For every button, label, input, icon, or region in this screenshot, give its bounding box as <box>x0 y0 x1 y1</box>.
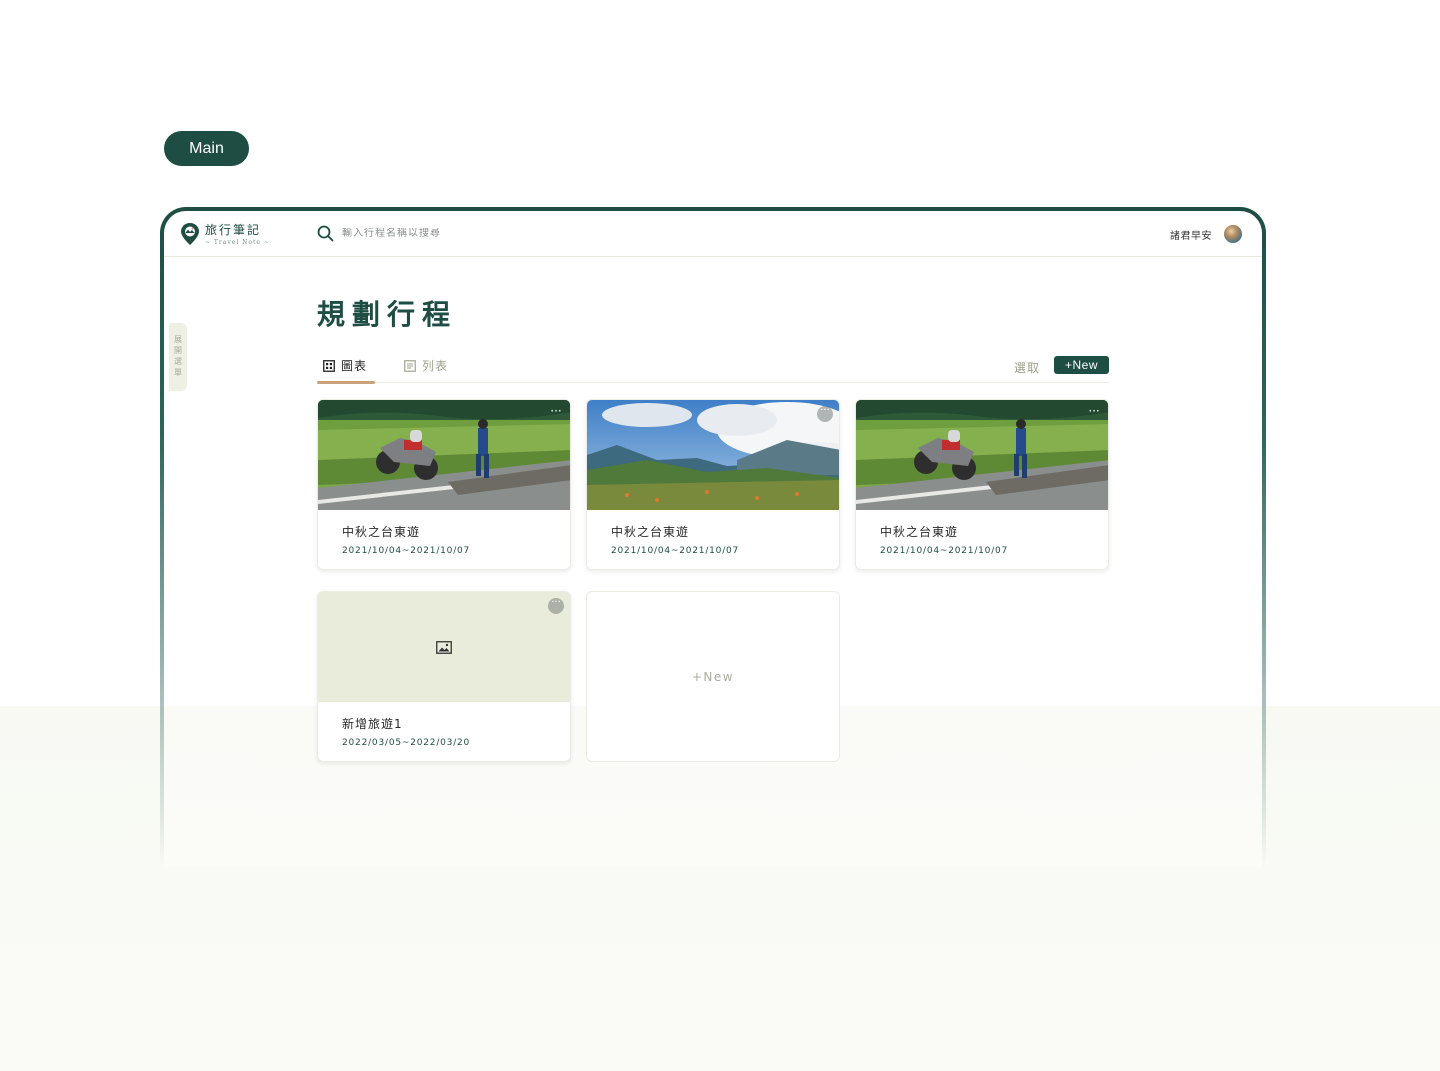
search-icon[interactable] <box>317 225 334 242</box>
trip-dates: 2021/10/04~2021/10/07 <box>880 546 1009 556</box>
sidebar-toggle[interactable]: 展開選單 <box>169 323 187 391</box>
trip-title: 中秋之台東遊 <box>611 525 690 539</box>
tab-grid-label: 圖表 <box>341 359 368 373</box>
laptop-frame: 旅行筆記 ~ Travel Note ~ 諸君早安 展開選單 規劃行程 <box>160 207 1266 867</box>
trip-title: 中秋之台東遊 <box>342 525 421 539</box>
logo-subtitle: ~ Travel Note ~ <box>205 239 270 246</box>
add-trip-card[interactable]: +New <box>586 591 840 762</box>
tab-list-label: 列表 <box>422 359 449 373</box>
trip-card[interactable]: ··· 中秋之台東遊 2021/10/04~2021/10/07 <box>317 399 571 570</box>
trip-card[interactable]: ··· 新增旅遊1 2022/03/05~2022/03/20 <box>317 591 571 762</box>
grid-icon <box>323 359 335 372</box>
trip-dates: 2021/10/04~2021/10/07 <box>611 546 740 556</box>
trip-title: 中秋之台東遊 <box>880 525 959 539</box>
trip-card[interactable]: ··· 中秋之台東遊 2021/10/04~2021/10/07 <box>586 399 840 570</box>
image-placeholder-icon <box>436 640 452 654</box>
logo-title: 旅行筆記 <box>205 223 262 237</box>
trip-dates: 2022/03/05~2022/03/20 <box>342 738 471 748</box>
add-trip-label: +New <box>691 669 735 684</box>
trip-photo-placeholder <box>318 592 570 702</box>
top-bar: 旅行筆記 ~ Travel Note ~ 諸君早安 <box>164 211 1262 257</box>
user-area: 諸君早安 <box>1170 225 1242 243</box>
sidebar-toggle-label: 展開選單 <box>173 335 183 379</box>
list-icon <box>404 359 416 372</box>
app-logo[interactable]: 旅行筆記 ~ Travel Note ~ <box>180 221 270 246</box>
more-options-icon[interactable]: ··· <box>548 405 564 422</box>
trip-dates: 2021/10/04~2021/10/07 <box>342 546 471 556</box>
tab-grid-view[interactable]: 圖表 <box>323 357 367 374</box>
trip-card[interactable]: ··· 中秋之台東遊 2021/10/04~2021/10/07 <box>855 399 1109 570</box>
more-options-icon[interactable]: ··· <box>817 406 833 422</box>
view-toolbar: 圖表 列表 選取 +New <box>317 355 1109 384</box>
trip-photo-rice-field <box>318 400 570 510</box>
app-screen: 旅行筆記 ~ Travel Note ~ 諸君早安 展開選單 規劃行程 <box>164 211 1262 867</box>
trip-title: 新增旅遊1 <box>342 717 403 731</box>
more-options-icon[interactable]: ··· <box>1086 405 1102 422</box>
select-button[interactable]: 選取 <box>1014 359 1040 376</box>
trip-photo-rice-field <box>856 400 1108 510</box>
map-pin-logo-icon <box>181 222 199 245</box>
avatar[interactable] <box>1224 225 1242 243</box>
trip-photo-mountain <box>587 400 839 510</box>
section-label-pill: Main <box>164 131 249 166</box>
search-input[interactable] <box>342 228 542 239</box>
more-options-icon[interactable]: ··· <box>548 598 564 614</box>
user-greeting: 諸君早安 <box>1170 230 1212 242</box>
page-title: 規劃行程 <box>317 298 458 331</box>
new-trip-button[interactable]: +New <box>1054 356 1109 374</box>
search-bar <box>317 225 542 242</box>
tab-list-view[interactable]: 列表 <box>404 357 448 374</box>
active-tab-indicator <box>317 381 375 384</box>
